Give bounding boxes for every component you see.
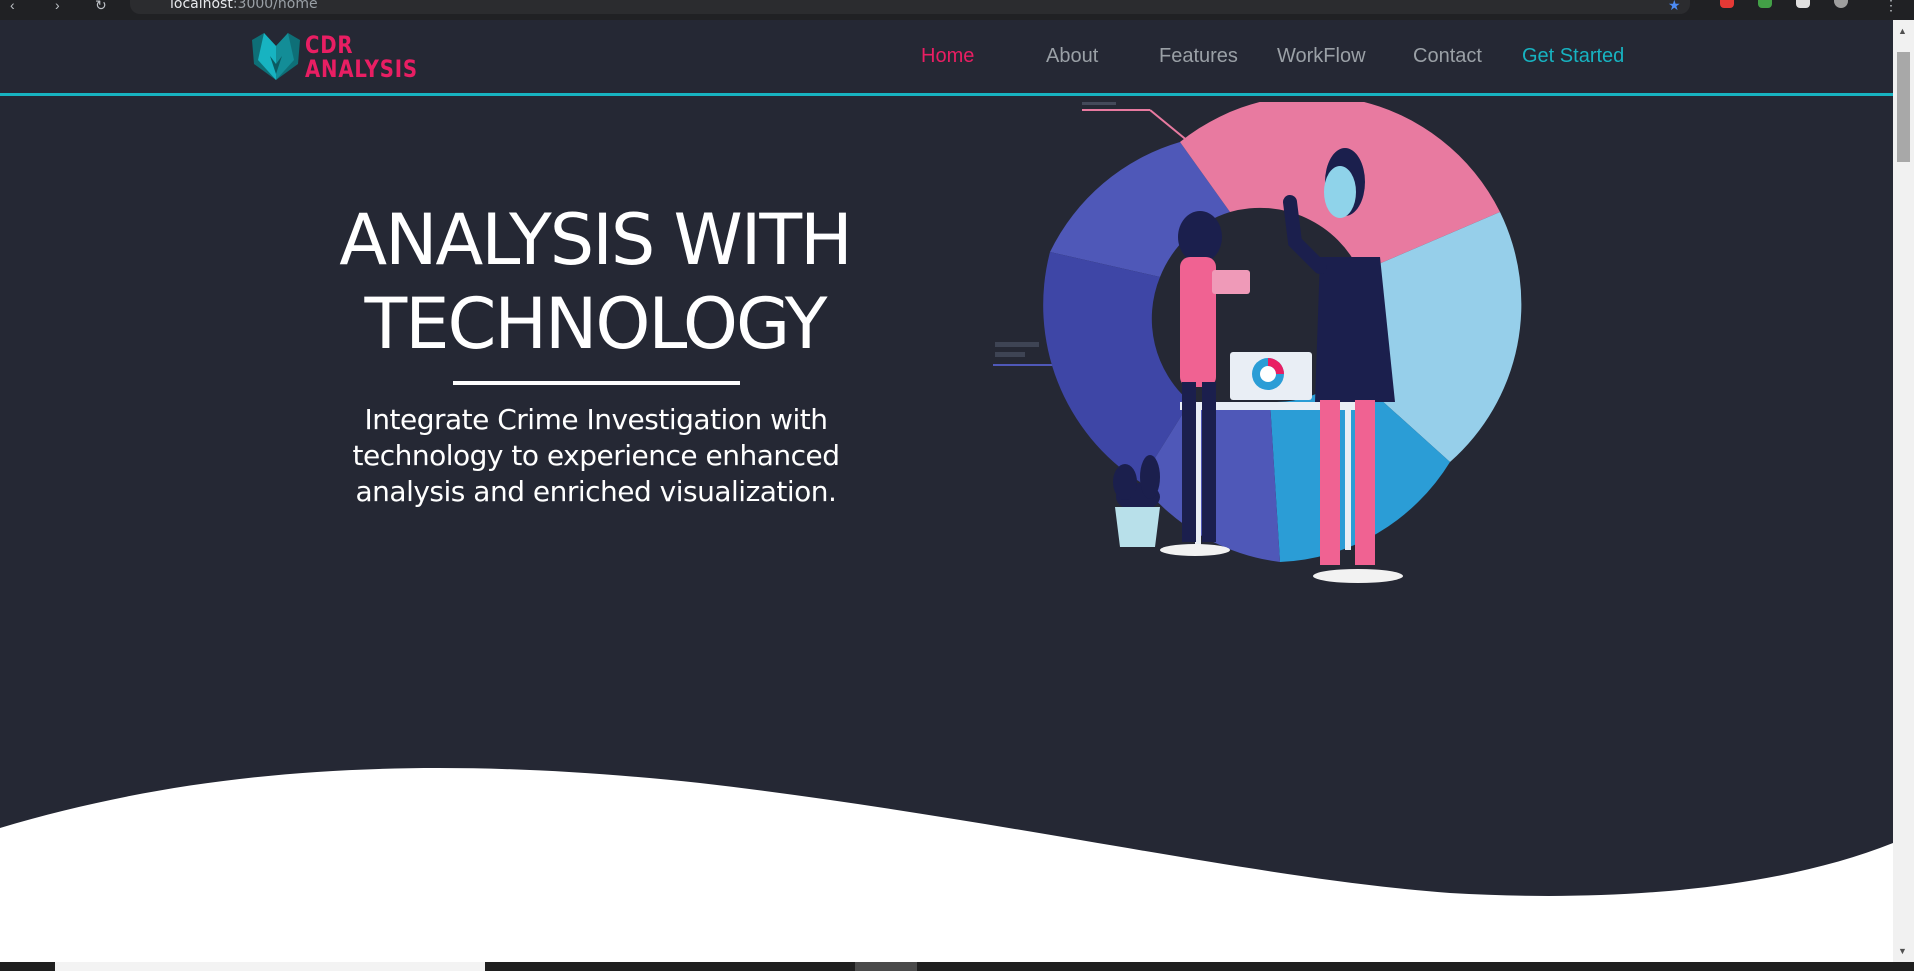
brand-line-1: CDR bbox=[305, 31, 354, 59]
address-bar[interactable] bbox=[130, 0, 1690, 14]
taskbar-active-app[interactable] bbox=[855, 962, 917, 971]
hero-illustration bbox=[993, 102, 1522, 583]
nav-workflow[interactable]: WorkFlow bbox=[1277, 45, 1366, 68]
brand-logo[interactable]: CDR ANALYSIS bbox=[248, 30, 418, 85]
url-host: localhost bbox=[170, 0, 233, 12]
nav-get-started[interactable]: Get Started bbox=[1522, 45, 1624, 68]
hero-title-line-2: TECHNOLOGY bbox=[364, 283, 827, 365]
profile-avatar[interactable] bbox=[1834, 0, 1848, 8]
url-path: :3000/home bbox=[232, 0, 318, 12]
scroll-thumb[interactable] bbox=[1897, 52, 1910, 162]
donut-chart-graphic bbox=[1043, 102, 1522, 562]
nav-contact[interactable]: Contact bbox=[1413, 45, 1482, 68]
hero-subtitle: Integrate Crime Investigation with techn… bbox=[320, 402, 872, 510]
back-icon[interactable]: ‹ bbox=[10, 0, 15, 13]
hero-title: ANALYSIS WITH TECHNOLOGY bbox=[300, 198, 890, 366]
hero-subtitle-line-2: technology to experience enhanced bbox=[352, 439, 841, 472]
scroll-up-icon[interactable]: ▲ bbox=[1898, 26, 1907, 36]
brand-line-2: ANALYSIS bbox=[305, 55, 418, 83]
hero-subtitle-line-1: Integrate Crime Investigation with bbox=[364, 403, 828, 436]
vertical-scrollbar[interactable]: ▲ ▼ bbox=[1893, 20, 1914, 962]
hero-title-line-1: ANALYSIS WITH bbox=[339, 199, 853, 281]
extension-icon[interactable] bbox=[1758, 0, 1772, 8]
nav-about[interactable]: About bbox=[1046, 45, 1098, 68]
menu-dots-icon[interactable]: ⋮ bbox=[1884, 0, 1898, 14]
taskbar-search[interactable] bbox=[55, 962, 485, 971]
fox-logo-icon bbox=[252, 33, 300, 80]
url-text[interactable]: localhost:3000/home bbox=[170, 0, 318, 12]
extension-icon[interactable] bbox=[1796, 0, 1810, 8]
title-divider bbox=[453, 381, 740, 385]
extension-icon[interactable] bbox=[1720, 0, 1734, 8]
reload-icon[interactable]: ↻ bbox=[95, 0, 107, 14]
page: CDR ANALYSIS Home About Features WorkFlo… bbox=[0, 20, 1893, 962]
hero-subtitle-line-3: analysis and enriched visualization. bbox=[355, 475, 837, 508]
scroll-down-icon[interactable]: ▼ bbox=[1898, 946, 1907, 956]
browser-toolbar: ‹ › ↻ localhost:3000/home ★ ⋮ bbox=[0, 0, 1914, 20]
nav-features[interactable]: Features bbox=[1159, 45, 1238, 68]
os-taskbar bbox=[0, 962, 1914, 971]
forward-icon[interactable]: › bbox=[55, 0, 60, 13]
bottom-wave bbox=[0, 768, 1893, 962]
navbar: CDR ANALYSIS Home About Features WorkFlo… bbox=[0, 20, 1893, 96]
brand-name: CDR ANALYSIS bbox=[305, 33, 418, 81]
nav-home[interactable]: Home bbox=[921, 45, 974, 68]
bookmark-star-icon[interactable]: ★ bbox=[1668, 0, 1681, 14]
